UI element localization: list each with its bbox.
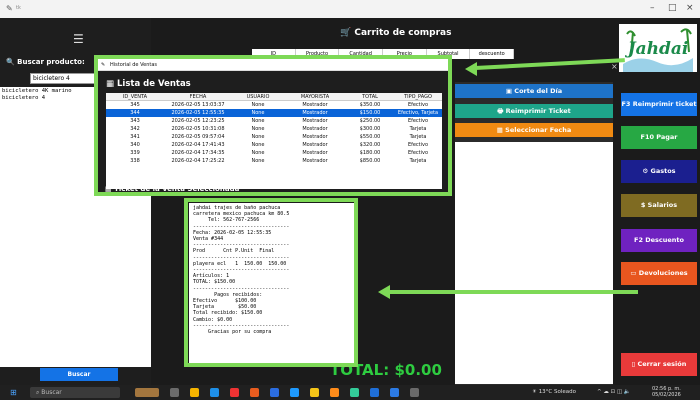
salarios-label: Salarios bbox=[647, 201, 678, 209]
cerrar-sesion-label: Cerrar sesión bbox=[637, 360, 687, 368]
f10-pagar-button[interactable]: F10 Pagar bbox=[621, 126, 697, 149]
salarios-button[interactable]: $ Salarios bbox=[621, 194, 697, 217]
app-icon-5[interactable] bbox=[290, 388, 299, 397]
weather-widget[interactable]: ☀ 13°C Soleado bbox=[532, 389, 576, 395]
app-icon-8[interactable] bbox=[390, 388, 399, 397]
door-icon: ▯ bbox=[631, 360, 636, 368]
cart-title-text: Carrito de compras bbox=[354, 28, 452, 38]
windows-taskbar: ⊞ ⌕ Buscar ☀ 13°C Soleado ^ ☁ ⊡ ◫ 🔈 02:5… bbox=[0, 385, 700, 400]
feather-app-icon: ✎ bbox=[6, 4, 13, 13]
taskbar-search[interactable]: ⌕ Buscar bbox=[30, 387, 120, 398]
edge-icon[interactable] bbox=[210, 388, 219, 397]
taskbar-search-text: Buscar bbox=[41, 389, 62, 396]
menu-icon[interactable]: ☰ bbox=[73, 32, 84, 46]
weather-text: 13°C Soleado bbox=[538, 389, 577, 395]
windows-start-icon[interactable]: ⊞ bbox=[10, 388, 17, 397]
window-titlebar: ✎ tk – □ × bbox=[0, 0, 700, 18]
cart-title: 🛒 Carrito de compras bbox=[340, 28, 452, 38]
file-explorer-icon[interactable] bbox=[310, 388, 319, 397]
clock-date: 05/02/2026 bbox=[652, 392, 681, 398]
vscode-icon[interactable] bbox=[370, 388, 379, 397]
search-button[interactable]: Buscar bbox=[40, 368, 118, 381]
arrow-to-sales-line bbox=[474, 58, 625, 70]
logo-text: Jahdai bbox=[625, 39, 689, 59]
action-list-area bbox=[455, 142, 613, 384]
f3-reimprimir-ticket-button[interactable]: F3 Reimprimir ticket bbox=[621, 93, 697, 116]
app-icon-1[interactable] bbox=[190, 388, 199, 397]
return-icon: ▭ bbox=[630, 269, 637, 277]
search-label: 🔍 Buscar producto: bbox=[6, 58, 85, 66]
f3-reimprimir-label: F3 Reimprimir ticket bbox=[621, 100, 697, 108]
corte-del-dia-label: Corte del Día bbox=[514, 87, 563, 95]
f2-descuento-button[interactable]: F2 Descuento bbox=[621, 229, 697, 252]
corte-del-dia-button[interactable]: ▣ Corte del Día bbox=[455, 84, 613, 98]
reimprimir-ticket-button[interactable]: 🖶 Reimprimir Ticket bbox=[455, 104, 613, 118]
highlight-frame-sales bbox=[94, 55, 452, 196]
python-app-icon[interactable] bbox=[410, 388, 419, 397]
arrow-to-ticket-head bbox=[378, 285, 390, 299]
minimize-button[interactable]: – bbox=[650, 3, 655, 13]
f2-descuento-label: F2 Descuento bbox=[634, 236, 684, 244]
reimprimir-ticket-label: Reimprimir Ticket bbox=[505, 107, 571, 115]
search-label-text: Buscar producto: bbox=[17, 58, 85, 66]
task-view-icon[interactable] bbox=[170, 388, 179, 397]
search-input[interactable]: bicicletero 4 bbox=[30, 73, 100, 84]
app-icon-6[interactable] bbox=[330, 388, 339, 397]
gear-icon: ⚙ bbox=[642, 167, 649, 175]
money-icon: $ bbox=[640, 201, 646, 209]
app-icon-7[interactable] bbox=[350, 388, 359, 397]
taskbar-widget-image[interactable] bbox=[135, 388, 159, 397]
clock[interactable]: 02:56 p. m. 05/02/2026 bbox=[652, 386, 681, 398]
devoluciones-label: Devoluciones bbox=[638, 269, 688, 277]
cerrar-sesion-button[interactable]: ▯ Cerrar sesión bbox=[621, 353, 697, 376]
highlight-frame-ticket bbox=[184, 198, 358, 367]
close-window-button[interactable]: × bbox=[686, 3, 694, 13]
f10-pagar-label: F10 Pagar bbox=[640, 133, 678, 141]
seleccionar-fecha-button[interactable]: ▦ Seleccionar Fecha bbox=[455, 123, 613, 137]
app-icon-3[interactable] bbox=[250, 388, 259, 397]
app-tk-label: tk bbox=[16, 5, 21, 11]
history-action-panel: ▣ Corte del Día 🖶 Reimprimir Ticket ▦ Se… bbox=[455, 82, 613, 386]
gastos-button[interactable]: ⚙ Gastos bbox=[621, 160, 697, 183]
app-icon-4[interactable] bbox=[270, 388, 279, 397]
arrow-to-sales-head bbox=[465, 62, 477, 76]
maximize-button[interactable]: □ bbox=[668, 3, 677, 13]
app-icon-2[interactable] bbox=[230, 388, 239, 397]
close-icon[interactable]: × bbox=[611, 62, 618, 71]
arrow-to-ticket-line bbox=[388, 290, 638, 294]
cart-col-descuento: descuento bbox=[470, 49, 515, 59]
devoluciones-button[interactable]: ▭ Devoluciones bbox=[621, 262, 697, 285]
gastos-label: Gastos bbox=[650, 167, 676, 175]
jahdai-logo: Jahdai bbox=[619, 24, 697, 72]
system-tray-icons[interactable]: ^ ☁ ⊡ ◫ 🔈 bbox=[597, 389, 631, 395]
seleccionar-fecha-label: Seleccionar Fecha bbox=[505, 126, 572, 134]
